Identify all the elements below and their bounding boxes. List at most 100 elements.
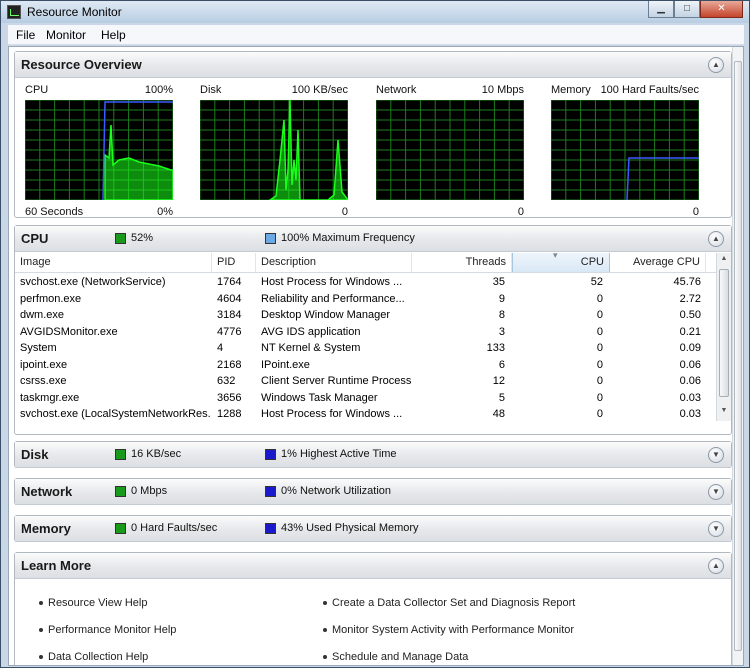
chevron-up-icon[interactable]: ▲: [708, 231, 724, 247]
memory-section-title: Memory: [21, 521, 71, 536]
chevron-down-icon[interactable]: ▼: [708, 484, 724, 500]
sort-descending-icon: ▾: [553, 253, 558, 260]
maximize-button[interactable]: □: [674, 1, 700, 18]
disk-section-title: Disk: [21, 447, 49, 462]
link-resource-view-help[interactable]: Resource View Help: [39, 597, 147, 609]
link-label: Performance Monitor Help: [48, 624, 177, 636]
bullet-icon: [323, 601, 327, 606]
table-row[interactable]: ipoint.exe 2168 IPoint.exe 6 0 0.06: [15, 357, 716, 374]
learn-more-header[interactable]: Learn More ▲: [15, 553, 731, 579]
hard-faults-indicator: [115, 523, 126, 534]
cell-image: csrss.exe: [20, 375, 67, 387]
network-throughput-text: 0 Mbps: [131, 485, 168, 497]
window-controls: ▁ □ ✕: [648, 1, 743, 18]
cpu-usage-trace: [104, 124, 173, 200]
disk-graph-max: 100 KB/sec: [291, 84, 348, 96]
network-graph-max: 10 Mbps: [481, 84, 524, 96]
cell-image: perfmon.exe: [20, 292, 82, 305]
scroll-up-icon[interactable]: ▲: [719, 255, 729, 267]
cell-threads: 12: [492, 375, 505, 387]
link-schedule-manage-data[interactable]: Schedule and Manage Data: [323, 651, 468, 663]
cell-pid: 4: [217, 342, 224, 354]
resource-overview-header[interactable]: Resource Overview ▲: [15, 52, 731, 78]
table-row[interactable]: svchost.exe (NetworkService) 1764 Host Pro…: [15, 274, 716, 291]
cell-image: svchost.exe (LocalSystemNetworkRes...: [20, 408, 210, 420]
cell-average-cpu: 45.76: [673, 276, 701, 288]
table-row[interactable]: dwm.exe 3184 Desktop Window Manager 8 0 0.50: [15, 307, 716, 324]
link-performance-monitor-help[interactable]: Performance Monitor Help: [39, 624, 176, 636]
chevron-up-icon[interactable]: ▲: [708, 57, 724, 73]
table-row[interactable]: taskmgr.exe 3656 Windows Task Manager 5 0 0.0…: [15, 390, 716, 407]
link-data-collection-help[interactable]: Data Collection Help: [39, 651, 148, 663]
main-scrollbar[interactable]: [732, 47, 743, 665]
disk-active-time-indicator: [265, 449, 276, 460]
learn-more-links: Resource View Help Performance Monitor H…: [15, 583, 731, 665]
cpu-section: CPU 52% 100% Maximum Frequency ▲ Image P…: [14, 225, 732, 435]
table-row[interactable]: System 4 NT Kernel & System 133 0 0.09: [15, 340, 716, 357]
disk-activity-text: 16 KB/sec: [131, 448, 182, 460]
cell-threads: 8: [498, 309, 505, 321]
cell-description: Reliability and Performance...: [261, 292, 405, 305]
cpu-usage-text: 52%: [131, 232, 154, 244]
link-label: Monitor System Activity with Performance…: [332, 624, 575, 636]
bullet-icon: [39, 601, 43, 606]
scroll-down-icon[interactable]: ▼: [719, 407, 729, 419]
network-throughput-indicator: [115, 486, 126, 497]
cell-pid: 4604: [217, 292, 242, 305]
memory-graph-label: Memory: [551, 84, 591, 96]
close-button[interactable]: ✕: [700, 1, 743, 18]
cell-average-cpu: 0.03: [679, 408, 701, 420]
cell-cpu: 0: [596, 358, 603, 371]
disk-section: Disk 16 KB/sec 1% Highest Active Time ▼: [14, 441, 732, 468]
table-row[interactable]: AVGIDSMonitor.exe 4776 AVG IDS application…: [15, 324, 716, 341]
table-row[interactable]: svchost.exe (LocalSystemNetworkRes... 128…: [15, 406, 716, 421]
column-cpu[interactable]: ▾ CPU: [512, 253, 610, 272]
link-create-data-collector-set[interactable]: Create a Data Collector Set and Diagnosi…: [323, 597, 575, 609]
menu-file[interactable]: File: [16, 28, 35, 42]
cell-cpu: 0: [596, 292, 603, 305]
scrollbar-thumb[interactable]: [719, 269, 729, 397]
chevron-up-icon[interactable]: ▲: [708, 558, 724, 574]
chevron-down-icon[interactable]: ▼: [708, 521, 724, 537]
table-row[interactable]: csrss.exe 632 Client Server Runtime Proces…: [15, 373, 716, 390]
menu-monitor[interactable]: Monitor: [46, 28, 86, 42]
column-threads[interactable]: Threads: [412, 253, 512, 272]
cell-cpu: 0: [596, 391, 603, 404]
cell-average-cpu: 0.09: [679, 342, 701, 354]
title-bar[interactable]: Resource Monitor ▁ □ ✕: [1, 1, 749, 23]
cell-image: ipoint.exe: [20, 358, 68, 371]
main-scrollbar-thumb[interactable]: [734, 61, 742, 651]
disk-graph: [200, 100, 348, 200]
process-table-scrollbar[interactable]: ▲ ▼: [716, 253, 731, 421]
cell-description: Windows Task Manager: [261, 391, 378, 404]
process-table-body: svchost.exe (NetworkService) 1764 Host Pro…: [15, 274, 716, 421]
disk-section-header[interactable]: Disk 16 KB/sec 1% Highest Active Time ▼: [15, 442, 731, 468]
network-utilization-text: 0% Network Utilization: [281, 485, 392, 497]
minimize-button[interactable]: ▁: [648, 1, 674, 18]
cpu-section-header[interactable]: CPU 52% 100% Maximum Frequency ▲: [15, 226, 731, 252]
resource-overview-title: Resource Overview: [21, 57, 142, 72]
menu-help[interactable]: Help: [101, 28, 126, 42]
column-description[interactable]: Description: [256, 253, 412, 272]
table-row[interactable]: perfmon.exe 4604 Reliability and Performan…: [15, 291, 716, 308]
cell-description: IPoint.exe: [261, 358, 310, 371]
disk-graph-min: 0: [341, 206, 348, 218]
cell-threads: 9: [498, 292, 505, 305]
cpu-graph-label: CPU: [25, 84, 49, 96]
column-pid[interactable]: PID: [212, 253, 256, 272]
network-section-header[interactable]: Network 0 Mbps 0% Network Utilization ▼: [15, 479, 731, 505]
column-image[interactable]: Image: [15, 253, 212, 272]
cell-cpu: 0: [596, 375, 603, 387]
chevron-down-icon[interactable]: ▼: [708, 447, 724, 463]
cell-threads: 133: [486, 342, 505, 354]
network-graph: [376, 100, 524, 200]
network-graph-panel: Network 10 Mbps 0: [368, 84, 533, 221]
column-average-cpu[interactable]: Average CPU: [610, 253, 706, 272]
cell-average-cpu: 0.06: [679, 358, 701, 371]
link-monitor-system-activity[interactable]: Monitor System Activity with Performance…: [323, 624, 574, 636]
cell-image: System: [20, 342, 57, 354]
cell-image: AVGIDSMonitor.exe: [20, 325, 118, 338]
cell-average-cpu: 0.03: [679, 391, 701, 404]
bullet-icon: [323, 655, 327, 660]
memory-section-header[interactable]: Memory 0 Hard Faults/sec 43% Used Physic…: [15, 516, 731, 542]
